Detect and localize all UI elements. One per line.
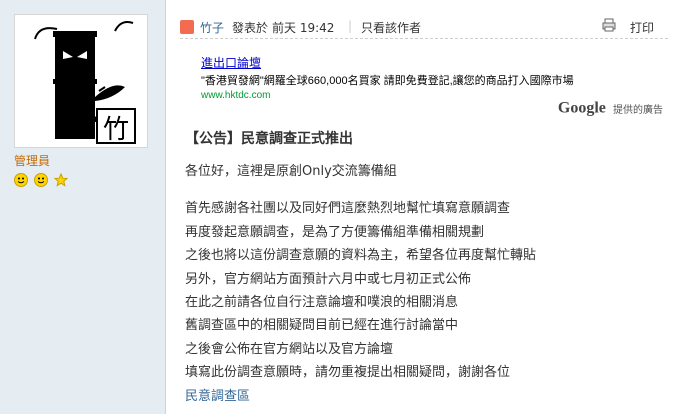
user-sidebar: 竹 管理員 [0,0,166,414]
google-logo: Google [557,99,606,117]
header-separator: | [348,19,353,33]
google-ad: 進出口論壇 "香港貿發網"網羅全球660,000名買家 請即免費登記,讓您的商品… [201,54,621,101]
post-line: 之後會公佈在官方網站以及官方論壇 [185,341,394,357]
smile-face-icon [34,173,49,187]
post-header: 竹子 發表於 前天 19:42 | 只看該作者 打印 [180,14,668,39]
smile-face-icon [14,173,28,187]
post-line: 填寫此份調查意願時，請勿重複提出相關疑問，謝謝各位 [185,365,511,381]
user-online-icon [180,20,194,34]
posted-time: 前天 19:42 [272,21,335,35]
post-line: 另外，官方網站方面預計六月中或七月初正式公佈 [185,271,472,287]
user-role: 管理員 [14,154,51,168]
post-line: 舊調查區中的相關疑問目前已經在進行討論當中 [185,318,459,334]
post-body: 各位好，這裡是原創Only交流籌備組 首先感謝各社團以及同好們這麼熱烈地幫忙填寫… [185,160,645,408]
post-line: 再度發起意願調查，是為了方便籌備組準備相關規劃 [185,224,485,240]
post-main: 竹子 發表於 前天 19:42 | 只看該作者 打印 進出口論壇 "香港貿發網"… [166,0,682,414]
post-line: 在此之前請各位自行注意論壇和噗浪的相關消息 [185,295,459,311]
bamboo-avatar-icon: 竹 [34,21,136,145]
post-line: 之後也將以這份調查意願的資料為主，希望各位再度幫忙轉貼 [185,248,537,264]
post-greeting: 各位好，這裡是原創Only交流籌備組 [185,164,397,179]
svg-text:竹: 竹 [103,115,129,145]
ad-title-link[interactable]: 進出口論壇 [201,54,621,71]
ads-by-google[interactable]: Google 提供的廣告 [558,98,663,118]
ad-description: "香港貿發網"網羅全球660,000名買家 請即免費登記,讓您的商品打入國際市場 [201,75,574,87]
only-author-link[interactable]: 只看該作者 [361,19,421,36]
survey-area-link[interactable]: 民意調查區 [185,385,645,408]
printer-icon[interactable] [602,18,616,32]
google-ads-label: 提供的廣告 [613,105,663,116]
avatar[interactable]: 竹 [14,14,148,148]
author-link[interactable]: 竹子 [200,19,224,36]
medals [14,173,69,189]
star-icon [54,173,69,187]
print-link[interactable]: 打印 [630,19,654,36]
post-title: 【公告】民意調查正式推出 [185,131,353,147]
post-line: 首先感謝各社團以及同好們這麼熱烈地幫忙填寫意願調查 [185,201,511,217]
posted-prefix: 發表於 [232,21,269,35]
